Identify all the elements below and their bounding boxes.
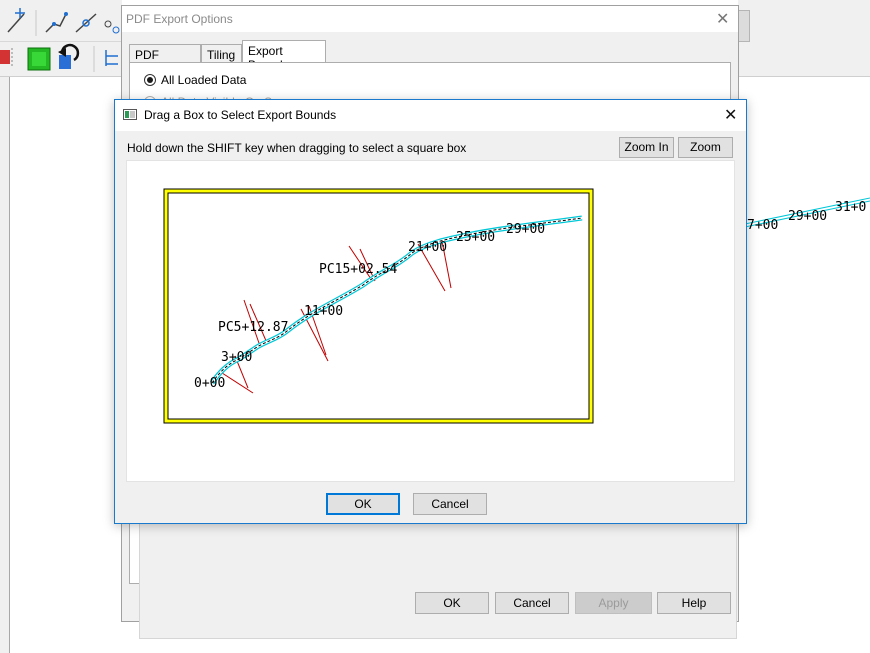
background-station-label: 31+0 [835,200,866,215]
tab-export-bounds[interactable]: Export Bounds [242,40,326,72]
close-icon[interactable]: ✕ [716,11,729,27]
app-toolbar-secondary [0,42,122,77]
station-label: 21+00 [408,240,447,255]
zoom-out-button[interactable]: Zoom Out [678,137,733,173]
help-button[interactable]: Help [657,592,731,614]
drag-ok-button[interactable]: OK [326,493,400,515]
tab-tiling[interactable]: Tiling [201,44,242,63]
background-station-label: 29+00 [788,209,827,224]
map-preview-area[interactable]: 0+00 3+00 PC5+12.87 11+00 PC15+02.54 21+… [126,160,735,482]
station-label: PC15+02.54 [319,262,397,277]
station-label: 0+00 [194,376,225,391]
map-preview-canvas[interactable]: 0+00 3+00 PC5+12.87 11+00 PC15+02.54 21+… [127,161,734,481]
pdf-dialog-titlebar[interactable]: PDF Export Options ✕ [122,6,738,32]
background-station-label: 7+00 [747,218,778,233]
drag-dialog-title: Drag a Box to Select Export Bounds [144,108,337,122]
close-icon[interactable]: ✕ [724,107,737,123]
instruction-text: Hold down the SHIFT key when dragging to… [127,141,467,155]
pdf-dialog-title: PDF Export Options [126,12,233,26]
zoom-in-button[interactable]: Zoom In [619,137,674,158]
station-label: 3+00 [221,350,252,365]
alignment-path [209,215,583,385]
app-window-icon [123,109,137,120]
ok-button[interactable]: OK [415,592,489,614]
app-toolbar-right [738,0,870,77]
station-label: 11+00 [304,304,343,319]
background-alignment [739,197,870,229]
app-toolbar [0,0,122,42]
radio-button-selected[interactable] [144,74,156,86]
tab-pdf-options[interactable]: PDF Options [129,44,201,76]
drag-cancel-button[interactable]: Cancel [413,493,487,515]
cancel-button[interactable]: Cancel [495,592,569,614]
station-label: 29+00 [506,222,545,237]
app-left-panel [0,77,10,653]
select-export-bounds-dialog: Drag a Box to Select Export Bounds ✕ Hol… [114,99,747,524]
toolbar-scroll-button[interactable] [738,10,750,42]
station-label: 25+00 [456,230,495,245]
option-label: All Loaded Data [161,73,247,87]
station-label: PC5+12.87 [218,320,288,335]
tab-label: Tiling [207,48,236,62]
apply-button[interactable]: Apply [575,592,652,614]
drag-dialog-titlebar[interactable]: Drag a Box to Select Export Bounds ✕ [115,100,746,131]
